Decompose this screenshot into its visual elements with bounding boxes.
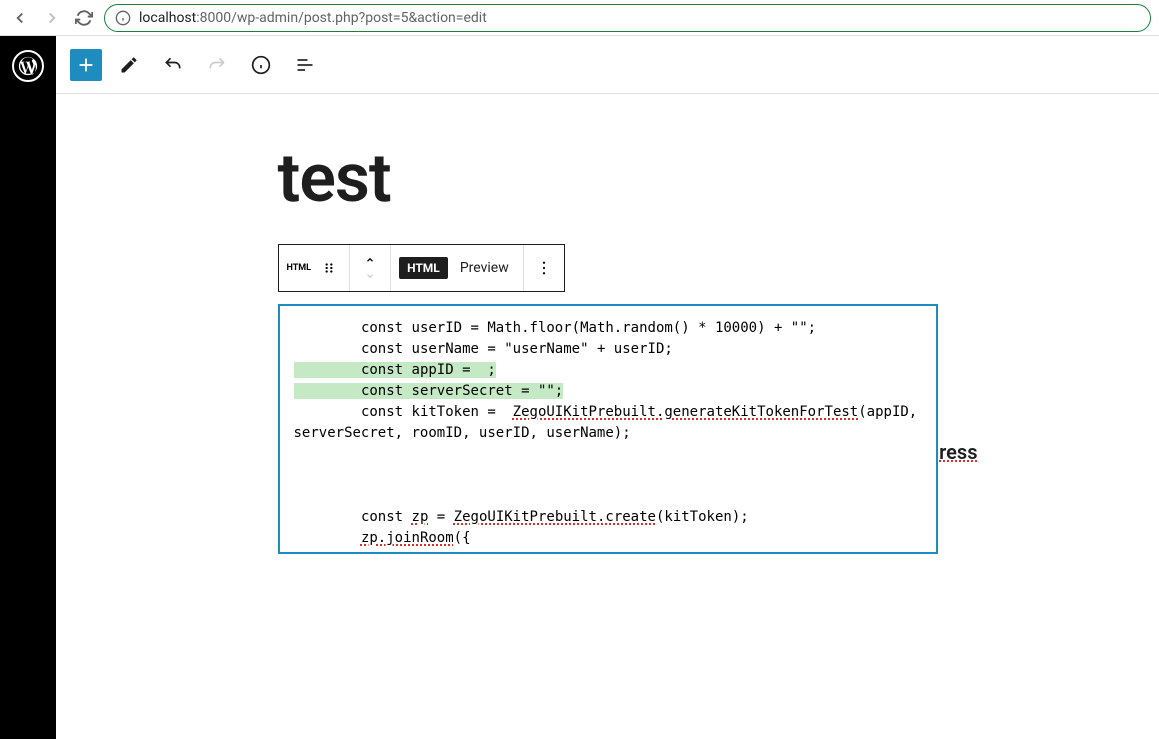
code-line: const serverSecret = ""; xyxy=(294,381,922,402)
wp-main: ress test HTML xyxy=(56,36,1159,739)
editor-toolbar xyxy=(56,36,1159,94)
edit-mode-button[interactable] xyxy=(112,48,146,82)
background-text: ress xyxy=(939,440,977,464)
editor-canvas[interactable]: ress test HTML xyxy=(56,94,1159,739)
code-line: const userName = "userName" + userID; xyxy=(294,339,922,360)
html-code-block[interactable]: const userID = Math.floor(Math.random() … xyxy=(278,304,938,554)
code-line: sharedLinks: [{ xyxy=(294,549,922,554)
post-title[interactable]: test xyxy=(278,144,938,212)
document-info-button[interactable] xyxy=(244,48,278,82)
back-button[interactable] xyxy=(8,6,32,30)
redo-button[interactable] xyxy=(200,48,234,82)
editor-content: ress test HTML xyxy=(278,144,938,739)
wordpress-logo-icon[interactable] xyxy=(12,50,44,82)
move-up-button[interactable] xyxy=(358,253,382,267)
code-line: const zp = ZegoUIKitPrebuilt.create(kitT… xyxy=(294,507,922,528)
wp-editor: ress test HTML xyxy=(0,36,1159,739)
url-text: localhost:8000/wp-admin/post.php?post=5&… xyxy=(139,10,487,26)
url-bar[interactable]: localhost:8000/wp-admin/post.php?post=5&… xyxy=(104,4,1151,32)
code-line: zp.joinRoom({ xyxy=(294,528,922,549)
block-type-icon[interactable]: HTML xyxy=(287,263,312,273)
undo-button[interactable] xyxy=(156,48,190,82)
html-mode-button[interactable]: HTML xyxy=(399,257,448,279)
add-block-button[interactable] xyxy=(70,49,102,81)
move-down-button[interactable] xyxy=(358,269,382,283)
forward-button[interactable] xyxy=(40,6,64,30)
preview-mode-button[interactable]: Preview xyxy=(454,260,515,276)
block-options-button[interactable] xyxy=(532,256,556,280)
site-info-icon[interactable] xyxy=(115,10,131,26)
code-line: const appID = ; xyxy=(294,360,922,381)
code-line: const userID = Math.floor(Math.random() … xyxy=(294,318,922,339)
outline-button[interactable] xyxy=(288,48,322,82)
wp-sidebar xyxy=(0,36,56,739)
browser-nav-bar: localhost:8000/wp-admin/post.php?post=5&… xyxy=(0,0,1159,36)
code-line: const kitToken = ZegoUIKitPrebuilt.gener… xyxy=(294,402,922,444)
reload-button[interactable] xyxy=(72,6,96,30)
block-toolbar: HTML xyxy=(278,244,565,292)
drag-handle-icon[interactable] xyxy=(317,256,341,280)
